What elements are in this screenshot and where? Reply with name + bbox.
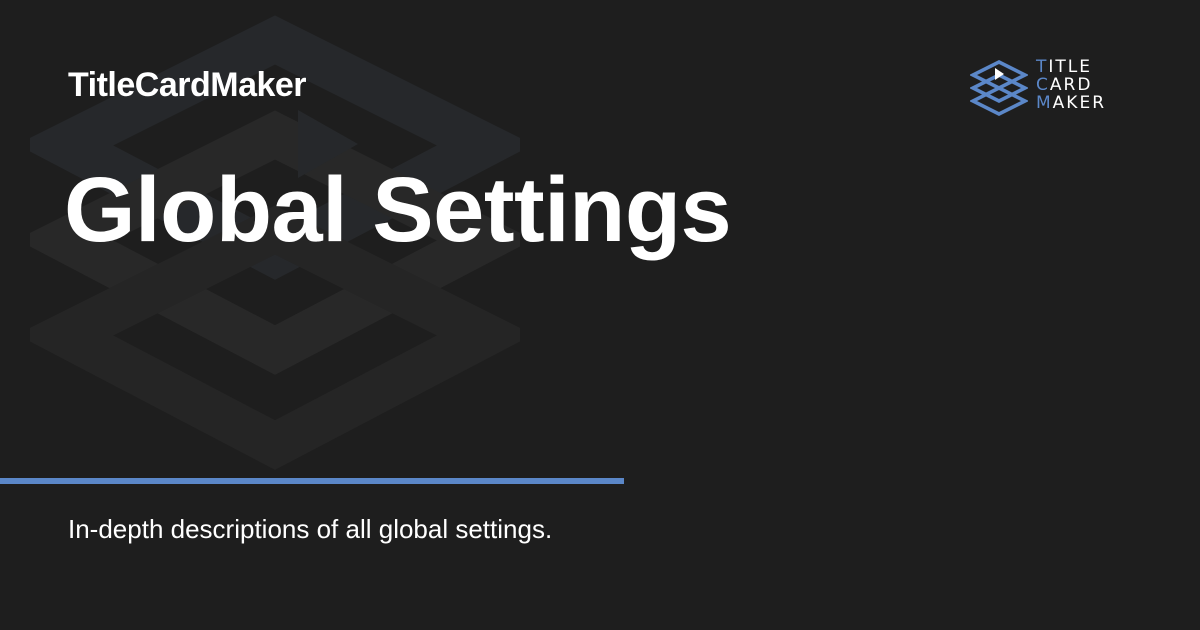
brand-word-card: CARD	[1036, 75, 1093, 95]
social-card: TitleCardMaker Global Settings In-depth …	[0, 0, 1200, 630]
page-description: In-depth descriptions of all global sett…	[68, 514, 553, 544]
brand-word-title: TITLE	[1036, 57, 1093, 77]
accent-divider	[0, 478, 624, 484]
site-name: TitleCardMaker	[68, 66, 307, 104]
page-title: Global Settings	[64, 159, 732, 261]
stacked-layers-play-icon	[970, 60, 1028, 116]
brand-word-maker: MAKER	[1036, 93, 1107, 113]
brand-wordmark: TITLE CARD MAKER	[1036, 58, 1106, 112]
brand-logo: TITLE CARD MAKER	[970, 58, 1130, 118]
